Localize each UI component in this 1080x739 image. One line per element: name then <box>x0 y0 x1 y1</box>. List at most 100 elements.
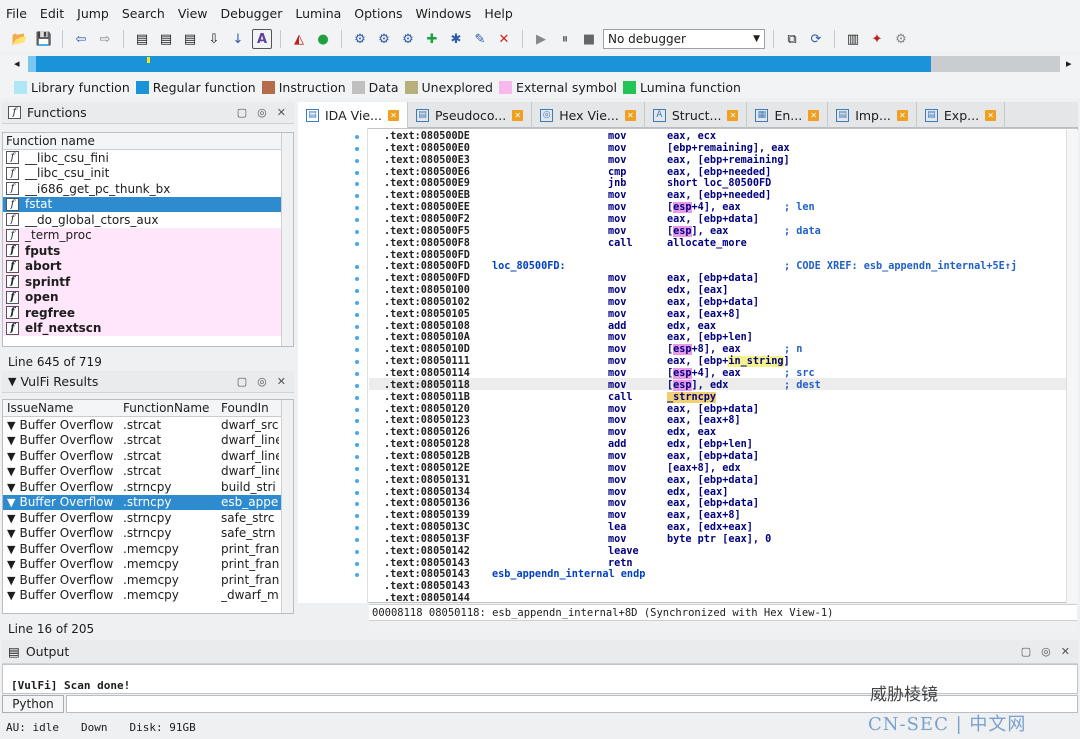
down-arrow-icon[interactable]: ↓ <box>228 29 248 49</box>
copy-icon[interactable]: ⧉ <box>782 29 802 49</box>
tab-2[interactable]: ◎ Hex Vie... ✕ <box>532 102 645 128</box>
vulfi-scrollbar[interactable] <box>281 400 293 613</box>
code-line[interactable]: .text:0805010A mov eax, [ebp+len] <box>384 332 1054 344</box>
breakpoint-dot[interactable] <box>355 217 359 222</box>
restore-icon[interactable]: ▢ <box>237 375 247 388</box>
stop-icon[interactable]: ■ <box>579 29 599 49</box>
code-line[interactable]: .text:080500E6 cmp eax, [ebp+needed] <box>384 167 1054 179</box>
breakpoint-dot[interactable] <box>355 478 359 483</box>
breakpoint-dot[interactable] <box>355 135 359 139</box>
operand[interactable]: eax, [eax+8] <box>667 510 741 522</box>
pause-icon[interactable]: ⏸ <box>555 29 575 49</box>
operand[interactable]: eax, [ebp+data] <box>667 404 759 416</box>
settings-icon[interactable]: ⚙ <box>891 29 911 49</box>
code-line[interactable]: .text:080500E9 jnb short loc_80500FD <box>384 178 1054 190</box>
code-line[interactable]: .text:080500E3 mov eax, [ebp+remaining] <box>384 155 1054 167</box>
operand[interactable]: edx, eax <box>667 321 716 333</box>
code-line[interactable]: .text:0805013F mov byte ptr [eax], 0 <box>384 534 1054 546</box>
code-line[interactable]: .text:080500FD <box>384 250 1054 262</box>
debugger-select[interactable]: No debugger ▼ <box>603 29 765 49</box>
operand[interactable]: eax, ecx <box>667 131 716 143</box>
vulfi-row[interactable]: ▼ Buffer Overflow .strncpy safe_strc <box>3 510 293 526</box>
breakpoint-dot[interactable] <box>355 537 359 542</box>
delete-icon[interactable]: ✕ <box>494 29 514 49</box>
function-name-column-header[interactable]: Function name <box>3 133 293 150</box>
code-label[interactable]: esb_appendn_internal endp <box>492 569 645 581</box>
function-row[interactable]: f __do_global_ctors_aux <box>3 212 293 228</box>
code-line[interactable]: .text:080500F8 call allocate_more <box>384 238 1054 250</box>
forward-icon[interactable]: ⇨ <box>95 29 115 49</box>
text-search-icon[interactable]: ▤ <box>156 29 176 49</box>
code-horizontal-scrollbar[interactable] <box>369 620 1077 634</box>
tab-close-icon[interactable]: ✕ <box>896 109 908 121</box>
function-name-column[interactable]: FunctionName <box>123 401 221 415</box>
float-icon[interactable]: ◎ <box>257 106 267 119</box>
code-line[interactable]: .text:080500FD loc_80500FD: ; CODE XREF: e… <box>384 261 1054 273</box>
operand[interactable]: _strncpy <box>667 391 717 404</box>
code-line[interactable]: .text:080500F2 mov eax, [ebp+data] <box>384 214 1054 226</box>
code-line[interactable]: .text:080500EE mov [esp+4], eax ; len <box>384 202 1054 214</box>
back-icon[interactable]: ⇦ <box>71 29 91 49</box>
code-line[interactable]: .text:08050114 mov [esp+4], eax ; src <box>384 368 1054 380</box>
float-icon[interactable]: ◎ <box>257 375 267 388</box>
operand[interactable]: edx, eax <box>667 427 716 439</box>
operand[interactable]: eax, [eax+8] <box>667 415 741 427</box>
code-line[interactable]: .text:080500FD mov eax, [ebp+data] <box>384 273 1054 285</box>
operand[interactable]: [esp+4], eax <box>667 368 741 380</box>
code-line[interactable]: .text:0805010D mov [esp+8], eax ; n <box>384 344 1054 356</box>
tab-close-icon[interactable]: ✕ <box>727 109 739 121</box>
breakpoint-dot[interactable] <box>355 300 359 305</box>
operand[interactable]: eax, [ebp+in_string] <box>667 356 790 368</box>
function-row[interactable]: f __i686_get_pc_thunk_bx <box>3 181 293 197</box>
restore-icon[interactable]: ▢ <box>1021 645 1031 658</box>
menu-item-help[interactable]: Help <box>484 6 513 21</box>
operand[interactable]: [esp+8], eax <box>667 344 741 356</box>
add-icon[interactable]: ✚ <box>422 29 442 49</box>
code-line[interactable]: .text:0805012E mov [eax+8], edx <box>384 463 1054 475</box>
function-row[interactable]: f _term_proc <box>3 227 293 243</box>
play-icon[interactable]: ▶ <box>531 29 551 49</box>
code-line[interactable]: .text:08050100 mov edx, [eax] <box>384 285 1054 297</box>
breakpoint-dot[interactable] <box>355 454 359 459</box>
operand[interactable]: eax, [ebp+data] <box>667 214 759 226</box>
code-line[interactable]: .text:08050136 mov eax, [ebp+data] <box>384 498 1054 510</box>
vulfi-row[interactable]: ▼ Buffer Overflow .strncpy safe_strn <box>3 526 293 542</box>
breakpoint-dot[interactable] <box>355 383 359 388</box>
operand[interactable]: eax, [ebp+data] <box>667 297 759 309</box>
code-line[interactable]: .text:08050142 leave <box>384 546 1054 558</box>
operand[interactable]: eax, [ebp+needed] <box>667 190 771 202</box>
operand[interactable]: edx, [ebp+len] <box>667 439 753 451</box>
vulfi-row[interactable]: ▼ Buffer Overflow .strcat dwarf_src <box>3 417 293 433</box>
code-line[interactable]: .text:08050102 mov eax, [ebp+data] <box>384 297 1054 309</box>
function-row[interactable]: f open <box>3 289 293 305</box>
breakpoint-dot[interactable] <box>355 490 359 495</box>
operand[interactable]: eax, [ebp+data] <box>667 273 759 285</box>
operand[interactable]: [esp], edx <box>667 379 728 392</box>
code-line[interactable]: .text:08050123 mov eax, [eax+8] <box>384 415 1054 427</box>
menu-item-search[interactable]: Search <box>122 6 165 21</box>
operand[interactable]: eax, [ebp+data] <box>667 498 759 510</box>
code-line[interactable]: .text:080500F5 mov [esp], eax ; data <box>384 225 1054 238</box>
binary-search-icon[interactable]: ▤ <box>132 29 152 49</box>
code-line[interactable]: .text:08050105 mov eax, [eax+8] <box>384 309 1054 321</box>
found-in-column[interactable]: FoundIn <box>221 401 279 415</box>
close-icon[interactable]: ✕ <box>277 375 286 388</box>
function-row[interactable]: f __libc_csu_init <box>3 166 293 182</box>
operand[interactable]: edx, [eax] <box>667 285 728 297</box>
operand[interactable]: [eax+8], edx <box>667 463 741 475</box>
breakpoint-dot[interactable] <box>355 170 359 175</box>
tab-close-icon[interactable]: ✕ <box>985 109 997 121</box>
graph-icon[interactable]: ◭ <box>289 29 309 49</box>
operand[interactable]: eax, [ebp+needed] <box>667 167 771 179</box>
breakpoint-dot[interactable] <box>355 372 359 376</box>
code-label[interactable]: loc_80500FD: <box>492 261 566 273</box>
operand[interactable]: allocate_more <box>667 238 747 250</box>
menu-item-edit[interactable]: Edit <box>40 6 64 21</box>
code-line[interactable]: .text:0805012B mov eax, [ebp+data] <box>384 451 1054 463</box>
code-line[interactable]: .text:08050126 mov edx, eax <box>384 427 1054 439</box>
code-line[interactable]: .text:08050143 <box>384 581 1054 593</box>
restore-icon[interactable]: ▢ <box>237 106 247 119</box>
function-row[interactable]: f elf_nextscn <box>3 320 293 336</box>
breakpoint-dot[interactable] <box>355 229 359 234</box>
script-icon-1[interactable]: ⚙ <box>350 29 370 49</box>
